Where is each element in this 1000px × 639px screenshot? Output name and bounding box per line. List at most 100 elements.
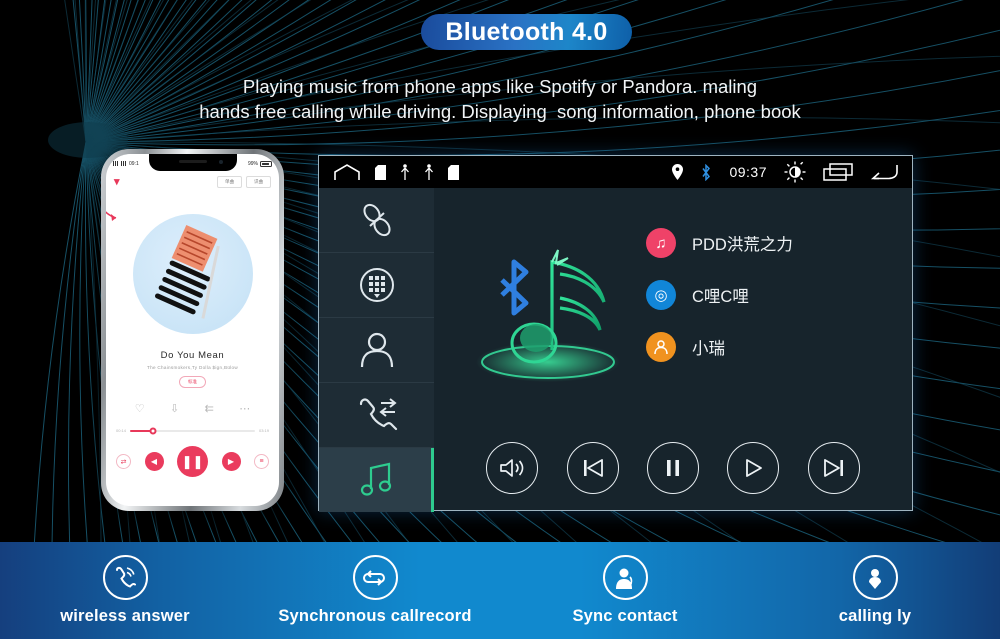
phone-status-left: 09:1 <box>113 161 139 167</box>
phone-notch <box>148 154 237 171</box>
music-note-icon <box>360 462 391 496</box>
album-art-graphic <box>154 225 220 319</box>
earpiece-speaker <box>178 160 207 163</box>
head-unit-playback-controls <box>434 442 912 494</box>
title-badge: Bluetooth 4.0 <box>421 14 632 50</box>
music-note-icon: ♫ <box>646 228 676 258</box>
head-unit-song-list: ♫ PDD洪荒之力 ◎ C哩C哩 小瑞 <box>646 228 793 362</box>
status-left-icons <box>333 163 459 181</box>
list-item[interactable]: 小瑞 <box>646 332 793 362</box>
front-camera <box>218 160 223 164</box>
title-text: Bluetooth 4.0 <box>445 17 608 46</box>
wifi-icon <box>121 161 127 166</box>
subtitle-line-1: Playing music from phone apps like Spoti… <box>242 76 758 97</box>
feature-label: wireless answer <box>60 607 190 625</box>
heart-icon[interactable]: ♡ <box>135 402 145 415</box>
next-icon[interactable]: ▶ <box>221 452 241 471</box>
phone-battery-percent: 99% <box>247 160 258 167</box>
phone-time-total: 03:19 <box>258 428 269 433</box>
volume-button[interactable] <box>486 442 539 494</box>
location-icon <box>672 164 684 180</box>
brightness-icon[interactable] <box>784 161 806 183</box>
phone-controls: ⇄ ◀ ❚❚ ▶ ≡ <box>106 446 279 477</box>
home-icon[interactable] <box>333 163 361 181</box>
previous-icon <box>583 459 603 477</box>
back-icon[interactable] <box>870 163 898 181</box>
head-unit-sidebar <box>319 188 434 512</box>
song-label: 小瑞 <box>692 340 725 358</box>
list-item[interactable]: ◎ C哩C哩 <box>646 280 793 310</box>
feature-sync-contact[interactable]: Sync contact <box>500 555 750 626</box>
sidebar-item-contacts[interactable] <box>319 318 434 383</box>
feature-wireless-answer[interactable]: wireless answer <box>0 555 250 626</box>
phone-screen: 09:1 99% ▾ 单曲 识曲 Do You Mean The Chainsm… <box>106 154 279 506</box>
next-icon <box>823 459 843 477</box>
phone-status-time: 09:1 <box>129 160 139 167</box>
feature-calling-ly[interactable]: calling ly <box>750 555 1000 626</box>
previous-button[interactable] <box>566 442 619 494</box>
sync-loop-icon <box>352 555 398 600</box>
pause-icon <box>666 460 679 476</box>
more-icon[interactable]: ⋯ <box>239 402 250 415</box>
subtitle-block: Playing music from phone apps like Spoti… <box>0 74 1000 124</box>
phone-wave-icon <box>102 555 148 600</box>
bluetooth-music-artwork <box>476 249 620 382</box>
link-icon <box>362 203 391 237</box>
song-label: C哩C哩 <box>692 288 749 306</box>
tab-recognize[interactable]: 识曲 <box>246 176 271 188</box>
feature-label: Synchronous callrecord <box>278 607 472 625</box>
contact-icon <box>360 332 393 368</box>
play-button[interactable] <box>727 442 780 494</box>
usb-icon[interactable] <box>424 164 434 180</box>
head-unit-status-bar: 09:37 <box>319 156 912 188</box>
phone-progress[interactable]: 00:14 03:19 <box>116 427 269 434</box>
sidebar-item-dialpad[interactable] <box>319 253 434 318</box>
sdcard-icon[interactable] <box>448 164 459 180</box>
tab-single[interactable]: 单曲 <box>217 176 242 188</box>
signal-icon <box>113 161 119 166</box>
battery-icon <box>260 160 272 167</box>
phone-status-right: 99% <box>247 160 272 167</box>
sidebar-item-callrecord[interactable] <box>319 383 434 448</box>
album-art-area <box>106 198 279 350</box>
bluetooth-icon <box>702 163 711 181</box>
previous-icon[interactable]: ◀ <box>144 452 164 471</box>
head-unit-main: ♫ PDD洪荒之力 ◎ C哩C哩 小瑞 <box>434 188 912 512</box>
download-icon[interactable]: ⇩ <box>170 402 179 415</box>
share-icon[interactable]: ⇇ <box>205 402 214 415</box>
smartphone-mockup: 09:1 99% ▾ 单曲 识曲 Do You Mean The Chainsm… <box>101 149 284 511</box>
pause-button[interactable] <box>646 442 699 494</box>
sidebar-item-music[interactable] <box>319 448 434 512</box>
head-unit-clock: 09:37 <box>729 164 767 180</box>
recents-icon[interactable] <box>823 163 853 181</box>
phone-time-elapsed: 00:14 <box>116 428 127 433</box>
album-art <box>132 214 253 334</box>
phone-quality-badge[interactable]: 标准 <box>179 376 206 388</box>
playlist-icon[interactable]: ≡ <box>254 454 269 469</box>
phone-seek-knob[interactable] <box>149 427 156 434</box>
call-transfer-icon <box>359 398 397 431</box>
list-item[interactable]: ♫ PDD洪荒之力 <box>646 228 793 258</box>
pause-icon[interactable]: ❚❚ <box>177 446 208 477</box>
person-icon <box>646 332 676 362</box>
sdcard-icon[interactable] <box>375 164 386 180</box>
phone-seek-bar[interactable] <box>130 427 255 434</box>
play-icon <box>746 459 763 477</box>
promo-banner: Bluetooth 4.0 Playing music from phone a… <box>0 0 1000 639</box>
status-right-icons: 09:37 <box>672 161 898 183</box>
head-unit-body: ♫ PDD洪荒之力 ◎ C哩C哩 小瑞 <box>319 188 912 512</box>
usb-icon[interactable] <box>400 164 410 180</box>
feature-bar: wireless answer Synchronous callrecord S… <box>0 542 1000 639</box>
disc-icon: ◎ <box>646 280 676 310</box>
bluetooth-glyph <box>500 259 529 316</box>
volume-icon <box>500 459 524 477</box>
car-head-unit: 09:37 ♫ PDD洪荒之力 ◎ C哩C哩 小瑞 <box>318 155 913 512</box>
person-pin-icon <box>852 555 898 600</box>
person-icon <box>602 555 648 600</box>
sidebar-item-link[interactable] <box>319 188 434 253</box>
next-button[interactable] <box>807 442 860 494</box>
shuffle-icon[interactable]: ⇄ <box>116 454 131 469</box>
subtitle-line-2: hands free calling while driving. Displa… <box>199 101 801 122</box>
phone-song-title: Do You Mean <box>160 350 225 361</box>
feature-synchronous-callrecord[interactable]: Synchronous callrecord <box>250 555 500 626</box>
